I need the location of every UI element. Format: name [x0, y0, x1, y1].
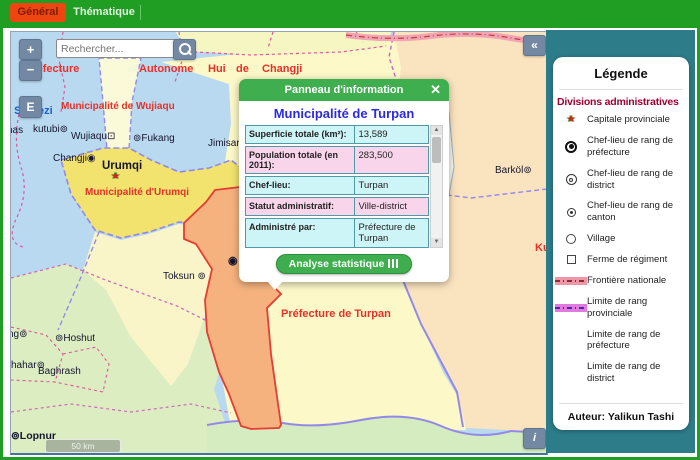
- info-panel-title: Panneau d'information: [285, 84, 404, 96]
- tab-general[interactable]: Général: [10, 3, 66, 22]
- legend-item-canton-seat: Chef-lieu de rang de canton: [555, 200, 687, 224]
- capital-star-icon: ★: [567, 115, 576, 125]
- info-button[interactable]: i: [523, 428, 546, 449]
- table-row: Superficie totale (km²): 13,589: [245, 125, 429, 144]
- analyze-button-label: Analyse statistique: [289, 258, 385, 270]
- table-scrollbar[interactable]: ▲ ▼: [430, 125, 443, 248]
- table-row: Population totale (en 2011): 283,500: [245, 146, 429, 174]
- zoom-out-button[interactable]: −: [19, 60, 42, 81]
- divider: [559, 403, 683, 404]
- scroll-up-icon[interactable]: ▲: [431, 126, 442, 135]
- provincial-limit-swatch: [555, 304, 587, 312]
- search-button[interactable]: [173, 39, 196, 60]
- info-panel-body: Municipalité de Turpan Superficie totale…: [239, 101, 449, 282]
- district-seat-icon: [566, 174, 577, 185]
- info-panel-header[interactable]: Panneau d'information ✕: [239, 79, 449, 101]
- tab-thematique[interactable]: Thématique: [72, 3, 136, 22]
- app-window: Général Thématique: [0, 0, 700, 460]
- legend-sidebar: Légende Divisions administratives ★ Capi…: [546, 30, 695, 453]
- legend-item-prefecture-seat: Chef-lieu de rang de préfecture: [555, 135, 687, 159]
- tab-separator: [140, 5, 141, 20]
- row-label: Statut administratif:: [246, 198, 355, 215]
- table-row: Chef-lieu: Turpan: [245, 176, 429, 195]
- village-icon: [566, 234, 576, 244]
- info-panel-subject: Municipalité de Turpan: [245, 106, 443, 121]
- legend-item-national-border: Frontière nationale: [555, 275, 687, 287]
- legend-item-village: Village: [555, 233, 687, 245]
- legend-item-regiment-farm: Ferme de régiment: [555, 254, 687, 266]
- legend-item-district-limit: Limite de rang de district: [555, 361, 687, 385]
- legend-item-provincial-limit: Limite de rang provinciale: [555, 296, 687, 320]
- legend-item-capital: ★ Capitale provinciale: [555, 114, 687, 126]
- legend-section-title: Divisions administratives: [557, 96, 685, 108]
- row-label: Administré par:: [246, 219, 355, 247]
- scale-bar: 50 km: [45, 439, 121, 453]
- search-icon: [179, 43, 191, 55]
- map-canvas[interactable]: Préfecture Autonome Hui de Changji Munic…: [10, 31, 548, 455]
- row-value: 283,500: [355, 147, 428, 173]
- analyze-statistics-button[interactable]: Analyse statistique: [276, 254, 413, 274]
- row-label: Superficie totale (km²):: [246, 126, 355, 143]
- divider: [559, 89, 683, 90]
- top-tab-bar: Général Thématique: [0, 0, 700, 28]
- bar-chart-icon: [388, 259, 399, 268]
- legend-author: Auteur: Yalikun Tashi: [553, 411, 689, 423]
- row-value: 13,589: [355, 126, 428, 143]
- row-label: Chef-lieu:: [246, 177, 355, 194]
- zoom-in-button[interactable]: +: [19, 39, 42, 60]
- row-value: Ville-district: [355, 198, 428, 215]
- legend-item-prefecture-limit: Limite de rang de préfecture: [555, 329, 687, 353]
- prefecture-seat-icon: [565, 141, 577, 153]
- row-value: Préfecture de Turpan: [355, 219, 428, 247]
- info-panel: Panneau d'information ✕ Municipalité de …: [239, 79, 449, 282]
- extent-button[interactable]: E: [19, 96, 42, 118]
- scroll-down-icon[interactable]: ▼: [431, 238, 442, 247]
- legend-card: Légende Divisions administratives ★ Capi…: [553, 57, 689, 430]
- scrollbar-thumb[interactable]: [432, 137, 441, 163]
- row-label: Population totale (en 2011):: [246, 147, 355, 173]
- regiment-farm-icon: [567, 255, 576, 264]
- row-value: Turpan: [355, 177, 428, 194]
- national-border-swatch: [555, 277, 587, 285]
- close-icon[interactable]: ✕: [430, 79, 441, 101]
- legend-title: Légende: [553, 66, 689, 81]
- table-row: Statut administratif: Ville-district: [245, 197, 429, 216]
- table-row: Administré par: Préfecture de Turpan: [245, 218, 429, 248]
- attribute-table: Superficie totale (km²): 13,589 Populati…: [245, 125, 443, 248]
- search-input[interactable]: [56, 39, 178, 58]
- popup-pointer: [267, 281, 283, 290]
- canton-seat-icon: [567, 208, 576, 217]
- collapse-legend-button[interactable]: «: [523, 35, 546, 56]
- legend-item-district-seat: Chef-lieu de rang de district: [555, 168, 687, 192]
